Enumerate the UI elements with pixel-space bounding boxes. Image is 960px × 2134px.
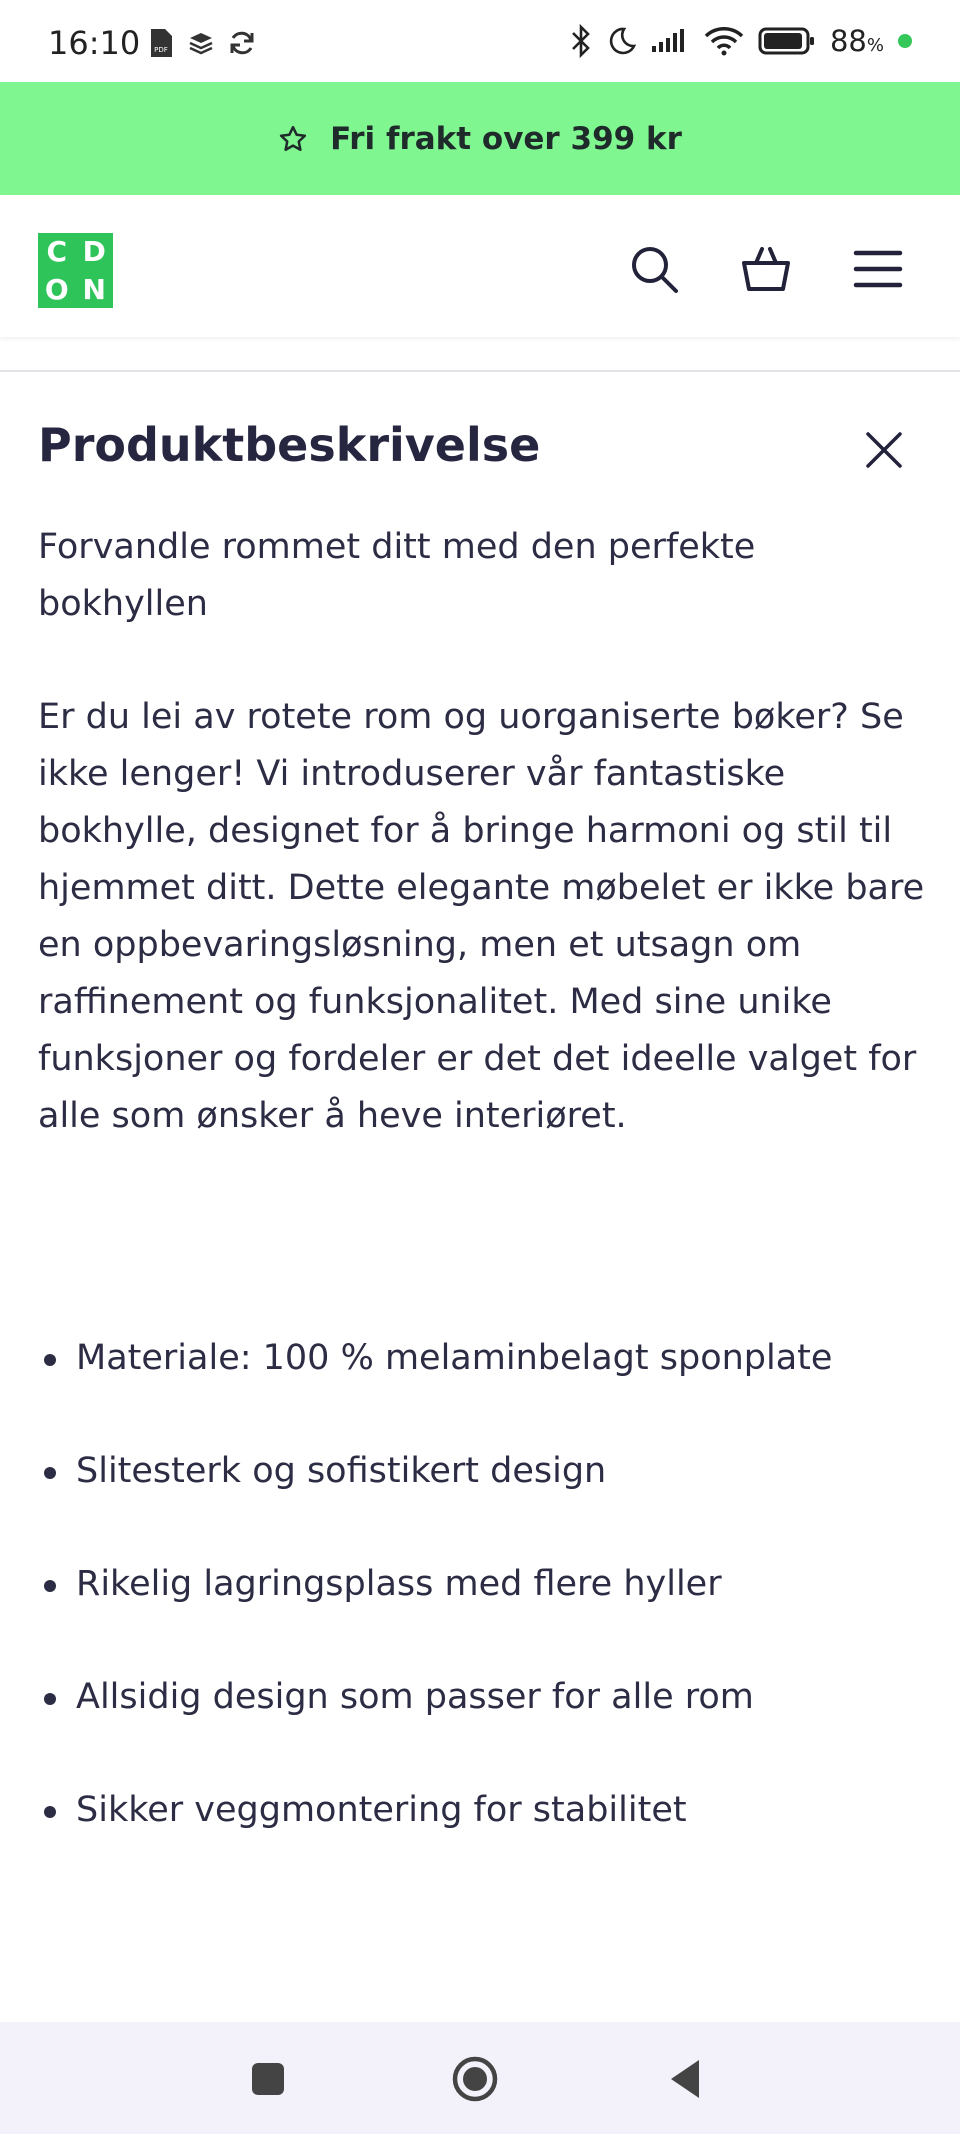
system-icons: 88% — [570, 24, 912, 58]
status-dot — [898, 34, 912, 48]
page-title: Produktbeskrivelse — [38, 418, 541, 472]
home-icon[interactable] — [450, 2054, 500, 2104]
pdf-icon: PDF — [151, 29, 172, 57]
list-item: Rikelig lagringsplass med flere hyller — [38, 1556, 928, 1613]
notification-icons: PDF — [148, 28, 256, 58]
star-icon — [279, 125, 307, 151]
description-text: Er du lei av rotete rom og uorganiserte … — [38, 697, 925, 1136]
list-item: Materiale: 100 % melaminbelagt sponplate — [38, 1330, 928, 1387]
cdon-logo[interactable]: C D O N — [38, 233, 113, 308]
search-icon[interactable] — [628, 243, 680, 295]
moon-icon — [609, 27, 636, 55]
system-navigation-bar — [0, 2022, 960, 2134]
signal-icon — [651, 29, 684, 52]
bluetooth-icon — [572, 24, 590, 58]
wifi-icon — [704, 27, 744, 56]
svg-text:PDF: PDF — [154, 46, 168, 54]
list-item: Allsidig design som passer for alle rom — [38, 1669, 928, 1726]
close-icon[interactable] — [862, 428, 906, 472]
intro-text: Forvandle rommet ditt med den perfekte b… — [38, 527, 756, 624]
back-icon[interactable] — [663, 2054, 713, 2104]
list-item: Sikker veggmontering for stabilitet — [38, 1782, 928, 1839]
feature-list: Materiale: 100 % melaminbelagt sponplate… — [38, 1330, 928, 1895]
layers-icon — [189, 33, 213, 55]
free-shipping-banner: Fri frakt over 399 kr — [0, 82, 960, 195]
site-header: C D O N — [0, 195, 960, 337]
menu-icon[interactable] — [852, 243, 904, 295]
list-item: Slitesterk og sofistikert design — [38, 1443, 928, 1500]
clock: 16:10 — [48, 24, 141, 62]
battery-icon — [758, 27, 814, 55]
battery-percent: 88% — [829, 24, 884, 58]
promo-text: Fri frakt over 399 kr — [330, 120, 682, 157]
sync-icon — [230, 31, 254, 55]
recents-icon[interactable] — [243, 2054, 293, 2104]
status-bar: 16:10 PDF 88% — [0, 0, 960, 82]
divider — [0, 370, 960, 372]
basket-icon[interactable] — [740, 243, 792, 295]
